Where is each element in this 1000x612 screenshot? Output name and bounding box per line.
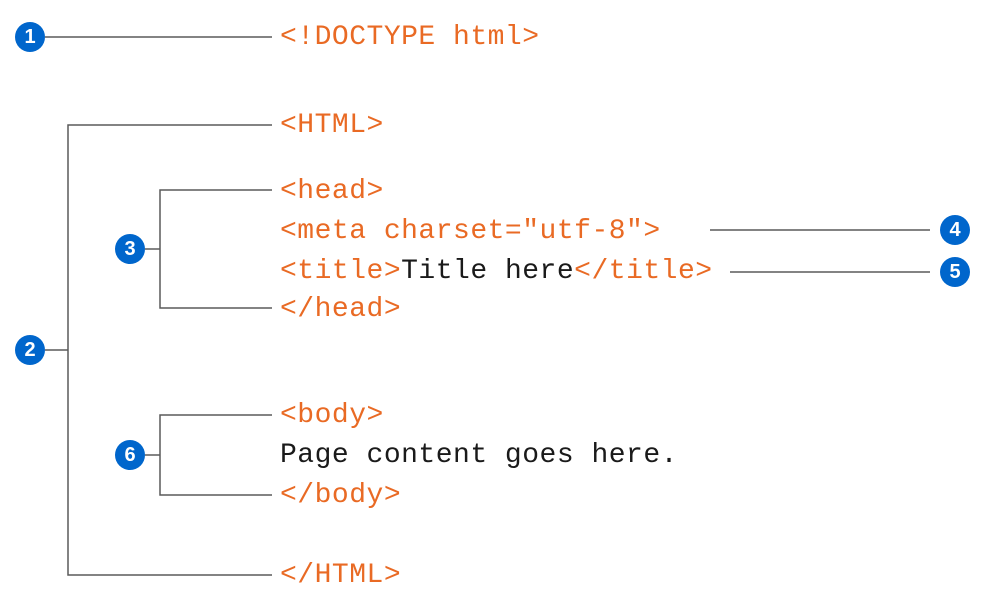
- callout-3: 3: [115, 234, 145, 264]
- html-structure-diagram: 1 2 3 4 5 6 <!DOCTYPE html> <HTML> <head…: [0, 0, 1000, 612]
- callout-1: 1: [15, 22, 45, 52]
- callout-6: 6: [115, 440, 145, 470]
- body-open-tag: <body>: [280, 400, 384, 431]
- body-close-tag: </body>: [280, 480, 401, 511]
- doctype-line: <!DOCTYPE html>: [280, 22, 540, 53]
- html-open-tag: <HTML>: [280, 110, 384, 141]
- title-text: Title here: [401, 256, 574, 287]
- head-close-tag: </head>: [280, 294, 401, 325]
- head-open-tag: <head>: [280, 176, 384, 207]
- bracket-lines: [0, 0, 1000, 612]
- body-content-text: Page content goes here.: [280, 440, 678, 471]
- meta-charset-tag: <meta charset="utf-8">: [280, 216, 661, 247]
- title-close-tag: </title>: [574, 256, 712, 287]
- title-line: <title>Title here</title>: [280, 256, 713, 287]
- callout-5: 5: [940, 257, 970, 287]
- callout-4: 4: [940, 215, 970, 245]
- title-open-tag: <title>: [280, 256, 401, 287]
- html-close-tag: </HTML>: [280, 560, 401, 591]
- callout-2: 2: [15, 335, 45, 365]
